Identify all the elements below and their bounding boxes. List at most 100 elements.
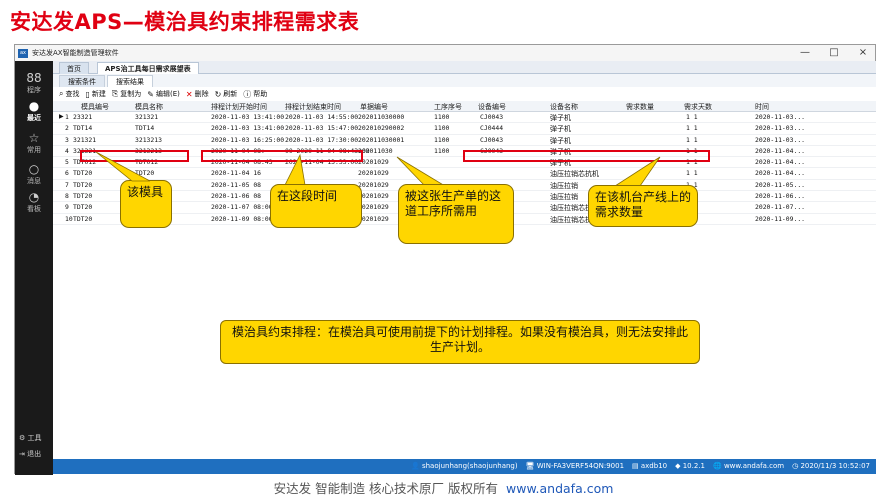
maximize-button[interactable]: □	[828, 46, 840, 60]
tab-home[interactable]: 首页	[59, 62, 89, 74]
cell-mold-no: TDT20	[73, 203, 93, 212]
app-window: ax 安达发AX智能制造管理软件 — □ × 88 程序 ● 最近 ☆ 常用 ○…	[14, 44, 876, 475]
dashboard-icon: ◔	[28, 190, 40, 204]
highlight-equipment-demand	[463, 150, 710, 162]
delete-button[interactable]: ✕ 删除	[186, 89, 209, 99]
refresh-button[interactable]: ↻ 刷新	[215, 89, 238, 99]
col-header[interactable]: 模具名称	[135, 102, 163, 112]
status-host: 🖥 WIN-FA3VERF54QN:9001	[525, 462, 625, 470]
cell-num: 4	[65, 146, 69, 155]
cell-num: 10	[65, 214, 73, 223]
col-header[interactable]: 单据编号	[360, 102, 388, 112]
cell-doc-no: 20201029	[358, 180, 389, 189]
cell-mold-no: TDT14	[73, 124, 93, 133]
col-header[interactable]: 时间	[755, 102, 769, 112]
col-header[interactable]: 设备编号	[478, 102, 506, 112]
edit-icon: ✎	[147, 89, 154, 99]
cell-equip-name: 油压拉销芯抗机	[550, 170, 599, 179]
cell-num: 6	[65, 169, 69, 178]
cell-op-seq: 1100	[434, 113, 450, 121]
sidebar-exit-label: 退出	[27, 450, 42, 458]
status-host-text: WIN-FA3VERF54QN:9001	[536, 462, 625, 470]
status-db: ▤ axdb10	[632, 462, 668, 470]
highlight-mold-row	[80, 150, 189, 162]
cell-end: 2020-11-03 15:47:00	[285, 124, 359, 133]
table-row[interactable]: 3 321321 3213213 2020-11-03 16:25:00 2020-11…	[53, 135, 876, 146]
table-row[interactable]: 2 TDT14 TDT14 2020-11-03 13:41:00 2020-11-03…	[53, 123, 876, 135]
cell-doc-no: 20201029	[358, 192, 389, 201]
cell-time: 2020-11-07...	[755, 203, 806, 212]
slide-title: 安达发APS—模治具约束排程需求表	[10, 10, 360, 34]
tab-search-conditions[interactable]: 搜索条件	[59, 75, 105, 87]
status-version: ◆ 10.2.1	[675, 462, 705, 470]
col-header[interactable]: 需求数量	[626, 102, 654, 112]
table-row[interactable]: 6 TDT20 TDT20 2020-11-04 16 20201029 油压拉销芯抗机 1…	[53, 168, 876, 180]
cell-mold-name: TDT20	[135, 169, 155, 178]
title-bar: ax 安达发AX智能制造管理软件 — □ ×	[15, 45, 875, 61]
col-header[interactable]: 排程计划结束时间	[285, 102, 341, 112]
col-header[interactable]: 设备名称	[550, 102, 578, 112]
sidebar-tools-label: 工具	[27, 434, 42, 442]
cell-equip-no: CJ0043	[480, 135, 504, 144]
sidebar-tools[interactable]: ⚙ 工具	[19, 433, 42, 443]
highlight-time-range	[201, 150, 363, 162]
footer-url[interactable]: www.andafa.com	[506, 481, 613, 496]
edit-button[interactable]: ✎ 编辑(E)	[147, 89, 180, 99]
cell-doc-no: 202010290002	[358, 124, 405, 133]
callout-period: 在这段时间	[270, 184, 362, 228]
table-header: 模具编号 模具名称 排程计划开始时间 排程计划结束时间 单据编号 工序序号 设备…	[53, 101, 876, 112]
callout-mold: 该模具	[120, 180, 172, 228]
table-row[interactable]: ▶ 1 23321 321321 2020-11-03 13:41:00 2020-11-…	[53, 112, 876, 124]
cell-op-seq: 1100	[434, 146, 450, 155]
new-button[interactable]: ▯ 新建	[85, 89, 105, 99]
tab-search-results[interactable]: 搜索结果	[107, 75, 153, 87]
tab-report[interactable]: APS治工具每日需求展望表	[97, 62, 199, 74]
callout-note-text: 模治具约束排程：在模治具可使用前提下的计划排程。如果没有模治具，则无法安排此生产…	[231, 325, 688, 354]
sidebar-item-common[interactable]: ☆ 常用	[15, 131, 53, 155]
cell-end: 2020-11-03 14:55:00	[285, 113, 359, 121]
cell-days: 1 1	[686, 113, 698, 121]
cell-mold-name: TDT14	[135, 124, 155, 133]
cell-days: 1 1	[686, 169, 698, 178]
toolbar: ⌕ 查找 ▯ 新建 ⎘ 复制为 ✎ 编辑(E) ✕ 删除 ↻ 刷新 ⓘ 帮助	[53, 87, 876, 101]
sidebar-item-label: 看板	[27, 205, 41, 213]
cell-mold-name: 3213213	[135, 135, 162, 144]
cell-op-seq: 1100	[434, 135, 450, 144]
col-header[interactable]: 排程计划开始时间	[211, 102, 267, 112]
callout-order: 被这张生产单的这道工序所需用	[398, 184, 514, 244]
minimize-button[interactable]: —	[799, 46, 811, 60]
status-site[interactable]: 🌐 www.andafa.com	[713, 459, 784, 474]
chat-bubble-icon: ○	[28, 162, 40, 176]
cell-doc-no: 202011030000	[358, 113, 405, 121]
sidebar-item-board[interactable]: ◔ 看板	[15, 190, 53, 214]
callout-demand-text: 在该机台产线上的需求数量	[595, 190, 692, 219]
sidebar-exit[interactable]: ⇥ 退出	[19, 449, 41, 459]
callout-note: 模治具约束排程：在模治具可使用前提下的计划排程。如果没有模治具，则无法安排此生产…	[220, 320, 700, 364]
exit-icon: ⇥	[19, 450, 25, 458]
help-label: 帮助	[253, 90, 268, 98]
subtab-bar: 搜索条件 搜索结果	[53, 74, 876, 87]
cell-doc-no: 202011030001	[358, 135, 405, 144]
callout-order-text: 被这张生产单的这道工序所需用	[405, 189, 502, 218]
help-icon: ⓘ	[243, 89, 252, 99]
col-header[interactable]: 模具编号	[81, 102, 109, 112]
cell-mold-no: 321321	[73, 135, 97, 144]
cell-doc-no: 202011030	[358, 146, 393, 155]
cell-days: 1 1	[686, 135, 698, 144]
col-header[interactable]: 需求天数	[684, 102, 712, 112]
cell-mold-no: 23321	[73, 113, 93, 121]
sidebar-item-messages[interactable]: ○ 消息	[15, 162, 53, 186]
cell-time: 2020-11-03...	[755, 135, 806, 144]
sidebar-item-label: 常用	[27, 146, 41, 154]
sidebar-item-recent[interactable]: ● 最近	[15, 99, 53, 123]
help-button[interactable]: ⓘ 帮助	[243, 89, 267, 100]
sidebar-item-program[interactable]: 88 程序	[15, 71, 53, 95]
cell-start: 2020-11-05 08	[211, 180, 262, 189]
query-button[interactable]: ⌕ 查找	[59, 89, 79, 99]
copy-button[interactable]: ⎘ 复制为	[112, 89, 141, 99]
cell-mold-no: TDT20	[73, 214, 93, 223]
status-site-text: www.andafa.com	[723, 462, 785, 470]
col-header[interactable]: 工序序号	[434, 102, 462, 112]
close-button[interactable]: ×	[857, 46, 869, 60]
cell-equip-name: 油压拉销	[550, 193, 578, 202]
